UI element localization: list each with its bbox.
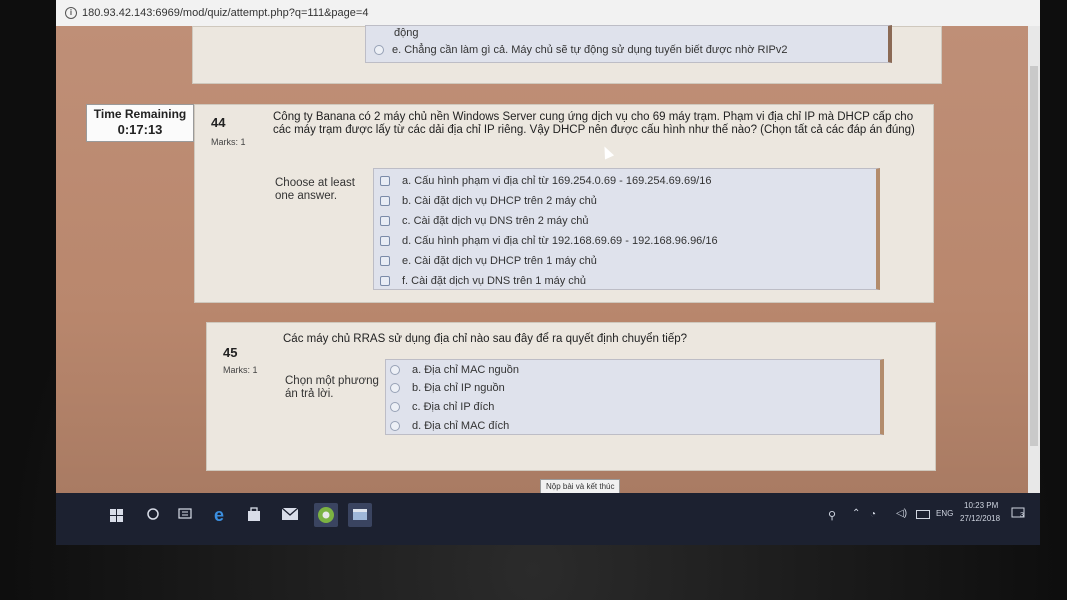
option-a[interactable]: a. Cấu hình phạm vi địa chỉ từ 169.254.0… [380,175,711,187]
info-icon[interactable]: i [65,7,77,19]
option-e[interactable]: e. Cài đặt dịch vụ DHCP trên 1 máy chủ [380,255,597,267]
checkbox-icon[interactable] [380,256,390,267]
question-marks: Marks: 1 [223,365,258,375]
option-c[interactable]: c. Cài đặt dịch vụ DNS trên 2 máy chủ [380,215,588,227]
checkbox-icon[interactable] [380,176,390,187]
wifi-icon[interactable]: ◔ [870,509,876,520]
option-d[interactable]: d. Địa chỉ MAC đích [390,420,509,432]
notification-icon[interactable]: 3 [1011,506,1025,522]
scrollbar[interactable] [1028,26,1040,493]
prev-answer-box: động e. Chẳng cần làm gì cả. Máy chủ sẽ … [365,25,892,63]
checkbox-icon[interactable] [380,276,390,287]
radio-icon[interactable] [390,365,400,376]
option-b-label: b. Cài đặt dịch vụ DHCP trên 2 máy chủ [402,195,597,207]
timer-value: 0:17:13 [117,122,163,137]
app-icon[interactable] [348,503,372,527]
radio-icon[interactable] [374,45,384,56]
volume-icon[interactable]: ◁) [896,508,907,519]
question-44-panel: 44 Marks: 1 Công ty Banana có 2 máy chủ … [194,104,934,303]
answer-box: a. Địa chỉ MAC nguồn b. Địa chỉ IP nguồn… [385,359,884,435]
option-c-label: c. Địa chỉ IP đích [412,401,495,413]
scrollbar-thumb[interactable] [1030,66,1038,446]
question-text: Công ty Banana có 2 máy chủ nền Windows … [273,111,915,136]
option-a-label: a. Địa chỉ MAC nguồn [412,364,519,376]
option-f[interactable]: f. Cài đặt dịch vụ DNS trên 1 máy chủ [380,275,586,287]
option-d-label: d. Cấu hình phạm vi địa chỉ từ 192.168.6… [402,235,718,247]
prev-option-e-label: e. Chẳng cần làm gì cả. Máy chủ sẽ tự độ… [392,44,788,56]
option-a[interactable]: a. Địa chỉ MAC nguồn [390,364,519,376]
prev-question-panel: động e. Chẳng cần làm gì cả. Máy chủ sẽ … [192,25,942,84]
keyboard-icon[interactable] [916,510,930,521]
chevron-up-icon[interactable]: ⌃ [852,508,860,519]
option-b-label: b. Địa chỉ IP nguồn [412,382,505,394]
screen: i 180.93.42.143:6969/mod/quiz/attempt.ph… [56,0,1040,545]
option-d[interactable]: d. Cấu hình phạm vi địa chỉ từ 192.168.6… [380,235,718,247]
option-b[interactable]: b. Địa chỉ IP nguồn [390,382,505,394]
mail-icon[interactable] [281,507,299,523]
notification-count: 3 [1020,512,1024,519]
quiz-page: động e. Chẳng cần làm gì cả. Máy chủ sẽ … [56,25,1040,494]
question-number: 45 [223,345,238,360]
question-number: 44 [211,115,226,130]
task-view-icon[interactable] [178,507,192,524]
option-c[interactable]: c. Địa chỉ IP đích [390,401,494,413]
question-text: Các máy chủ RRAS sử dụng địa chỉ nào sau… [283,333,688,345]
checkbox-icon[interactable] [380,236,390,247]
option-d-label: d. Địa chỉ MAC đích [412,420,510,432]
store-icon[interactable] [246,506,262,525]
question-marks: Marks: 1 [211,137,246,147]
option-a-label: a. Cấu hình phạm vi địa chỉ từ 169.254.0… [402,175,712,187]
search-circle-icon[interactable] [146,507,160,524]
chrome-icon[interactable] [314,503,338,527]
radio-icon[interactable] [390,421,400,432]
checkbox-icon[interactable] [380,196,390,207]
option-f-label: f. Cài đặt dịch vụ DNS trên 1 máy chủ [402,275,587,287]
prev-option-continuation: động [394,27,419,39]
windows-start-icon[interactable] [110,509,123,525]
clock-time[interactable]: 10:23 PM [964,501,998,510]
radio-icon[interactable] [390,383,400,394]
radio-icon[interactable] [390,402,400,413]
language-indicator[interactable]: ENG [936,509,953,518]
time-remaining-box: Time Remaining 0:17:13 [86,104,194,142]
edge-browser-icon[interactable]: e [214,505,224,526]
question-45-panel: 45 Marks: 1 Các máy chủ RRAS sử dụng địa… [206,322,936,471]
answer-box: a. Cấu hình phạm vi địa chỉ từ 169.254.0… [373,168,880,290]
option-c-label: c. Cài đặt dịch vụ DNS trên 2 máy chủ [402,215,589,227]
option-b[interactable]: b. Cài đặt dịch vụ DHCP trên 2 máy chủ [380,195,597,207]
checkbox-icon[interactable] [380,216,390,227]
people-icon[interactable]: ⚲ [828,509,836,522]
timer-label: Time Remaining [93,107,187,121]
prev-option-e[interactable]: e. Chẳng cần làm gì cả. Máy chủ sẽ tự độ… [374,44,787,56]
answer-prompt: Choose at least one answer. [275,177,355,202]
answer-prompt: Chọn một phương án trả lời. [285,375,379,400]
url-text[interactable]: 180.93.42.143:6969/mod/quiz/attempt.php?… [82,0,368,26]
submit-finish-button[interactable]: Nộp bài và kết thúc [540,479,621,494]
option-e-label: e. Cài đặt dịch vụ DHCP trên 1 máy chủ [402,255,597,267]
address-bar[interactable]: i 180.93.42.143:6969/mod/quiz/attempt.ph… [56,0,1040,27]
windows-taskbar: e ⚲ ⌃ ◔ ◁) ENG 10:23 PM 27/12/2018 3 [56,493,1040,545]
clock-date[interactable]: 27/12/2018 [960,514,1000,523]
